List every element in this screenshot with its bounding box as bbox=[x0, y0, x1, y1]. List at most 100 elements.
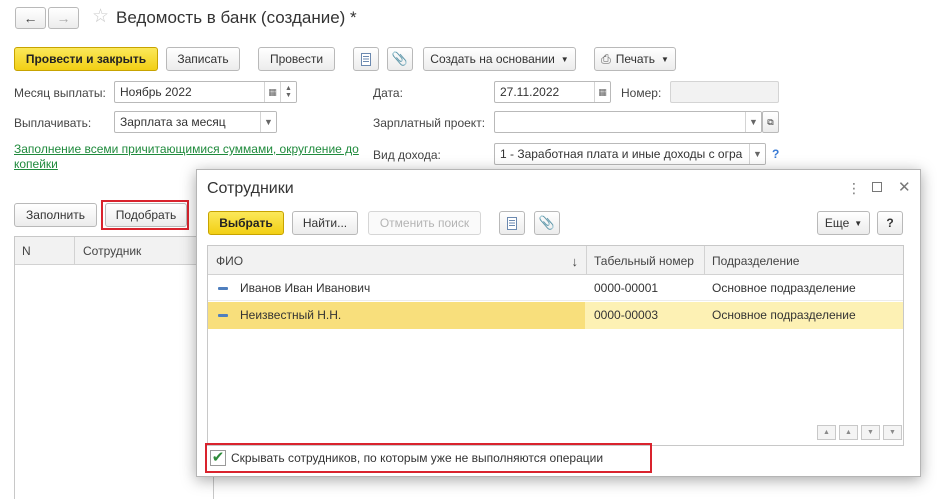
find-button[interactable]: Найти... bbox=[292, 211, 358, 235]
chevron-down-icon: ▼ bbox=[264, 117, 273, 127]
arrow-right-icon: → bbox=[56, 10, 71, 26]
col-n-header[interactable]: N bbox=[22, 244, 31, 258]
month-stepper[interactable]: ▲ ▼ bbox=[280, 82, 296, 102]
row-tab-number: 0000-00001 bbox=[594, 281, 659, 295]
date-value: 27.11.2022 bbox=[500, 85, 560, 99]
date-calendar-button[interactable]: ▦ bbox=[594, 82, 610, 102]
chevron-down-icon: ▼ bbox=[753, 149, 762, 159]
month-value: Ноябрь 2022 bbox=[120, 85, 192, 99]
employee-icon bbox=[218, 313, 228, 317]
hide-checkbox-highlight bbox=[205, 443, 652, 473]
table-row-selected[interactable]: Неизвестный Н.Н. 0000-00003 Основное под… bbox=[208, 302, 903, 329]
date-field[interactable]: 27.11.2022 ▦ bbox=[494, 81, 611, 103]
row-department: Основное подразделение bbox=[712, 308, 856, 322]
fill-button[interactable]: Заполнить bbox=[14, 203, 97, 227]
pay-dropdown-button[interactable]: ▼ bbox=[260, 112, 276, 132]
dialog-title: Сотрудники bbox=[207, 180, 294, 197]
chevron-down-icon: ▼ bbox=[560, 54, 569, 64]
post-button[interactable]: Провести bbox=[258, 47, 335, 71]
col-employee-header[interactable]: Сотрудник bbox=[83, 244, 141, 258]
document-icon bbox=[361, 52, 371, 66]
print-label: Печать bbox=[615, 52, 655, 66]
go-down-button[interactable]: ▼ bbox=[861, 425, 880, 440]
forward-button[interactable]: → bbox=[48, 7, 79, 29]
employee-icon bbox=[218, 286, 228, 290]
col-divider bbox=[704, 246, 705, 275]
open-icon: ⧉ bbox=[767, 116, 774, 127]
chevron-up-icon: ▲ bbox=[845, 429, 852, 436]
stepper-up-icon: ▲ bbox=[285, 85, 292, 92]
calendar-icon: ▦ bbox=[268, 86, 277, 97]
print-button[interactable]: ⎙ Печать ▼ bbox=[594, 47, 676, 71]
close-icon[interactable]: ✕ bbox=[898, 178, 911, 196]
paperclip-icon: 📎 bbox=[538, 215, 556, 230]
window-title: Ведомость в банк (создание) * bbox=[116, 8, 357, 27]
salary-project-select[interactable]: ▼ bbox=[494, 111, 762, 133]
favorite-star-icon[interactable]: ☆ bbox=[92, 5, 109, 28]
col-fio-label: ФИО bbox=[216, 254, 244, 268]
go-last-button[interactable]: ▼ bbox=[883, 425, 902, 440]
row-name: Иванов Иван Иванович bbox=[240, 281, 371, 295]
row-department: Основное подразделение bbox=[712, 281, 856, 295]
row-tab-number: 0000-00003 bbox=[594, 308, 659, 322]
save-button[interactable]: Записать bbox=[166, 47, 240, 71]
more-actions-icon[interactable]: ⋮ bbox=[847, 180, 861, 197]
date-label: Дата: bbox=[373, 86, 403, 100]
chevron-down-icon: ▼ bbox=[749, 117, 758, 127]
income-type-dropdown-button[interactable]: ▼ bbox=[749, 144, 765, 164]
row-name-cell: Иванов Иван Иванович bbox=[218, 275, 370, 301]
chevron-down-icon: ▼ bbox=[661, 54, 669, 64]
dialog-attach-button[interactable]: 📎 bbox=[534, 211, 560, 235]
create-based-on-label: Создать на основании bbox=[430, 52, 555, 66]
open-salary-project-button[interactable]: ⧉ bbox=[762, 111, 779, 133]
pick-button-highlight bbox=[101, 200, 189, 230]
calendar-icon: ▦ bbox=[598, 86, 607, 97]
go-first-icon: ▲ bbox=[823, 429, 830, 436]
salary-project-label: Зарплатный проект: bbox=[373, 116, 486, 130]
more-button[interactable]: Еще ▼ bbox=[817, 211, 870, 235]
pay-value: Зарплата за месяц bbox=[120, 115, 226, 129]
go-up-button[interactable]: ▲ bbox=[839, 425, 858, 440]
select-button[interactable]: Выбрать bbox=[208, 211, 284, 235]
cancel-search-button[interactable]: Отменить поиск bbox=[368, 211, 481, 235]
pay-label: Выплачивать: bbox=[14, 116, 92, 130]
chevron-down-icon: ▼ bbox=[854, 218, 863, 228]
col-divider bbox=[74, 237, 75, 265]
help-button[interactable]: ? bbox=[877, 211, 903, 235]
col-fio-header[interactable]: ФИО ↓ bbox=[216, 248, 578, 274]
maximize-icon[interactable] bbox=[872, 182, 882, 192]
income-type-help[interactable]: ? bbox=[772, 147, 779, 161]
fill-rounding-link[interactable]: Заполнение всеми причитающимися суммами,… bbox=[14, 142, 364, 172]
chevron-down-icon: ▼ bbox=[867, 429, 874, 436]
attach-button[interactable]: 📎 bbox=[387, 47, 413, 71]
income-type-label: Вид дохода: bbox=[373, 148, 441, 162]
income-type-select[interactable]: 1 - Заработная плата и иные доходы с огр… bbox=[494, 143, 766, 165]
month-label: Месяц выплаты: bbox=[14, 86, 106, 100]
document-icon bbox=[507, 216, 517, 230]
more-label: Еще bbox=[824, 216, 850, 230]
go-last-icon: ▼ bbox=[889, 429, 896, 436]
number-label: Номер: bbox=[621, 86, 662, 100]
arrow-left-icon: ← bbox=[23, 10, 38, 26]
paperclip-icon: 📎 bbox=[391, 51, 409, 66]
dialog-document-button[interactable] bbox=[499, 211, 525, 235]
calendar-button[interactable]: ▦ bbox=[264, 82, 280, 102]
row-name: Неизвестный Н.Н. bbox=[240, 308, 342, 322]
col-divider bbox=[586, 246, 587, 275]
pay-select[interactable]: Зарплата за месяц ▼ bbox=[114, 111, 277, 133]
post-and-close-button[interactable]: Провести и закрыть bbox=[14, 47, 158, 71]
col-tab-number-header[interactable]: Табельный номер bbox=[594, 248, 694, 274]
table-row[interactable]: Иванов Иван Иванович 0000-00001 Основное… bbox=[208, 275, 903, 301]
salary-project-dropdown-button[interactable]: ▼ bbox=[745, 112, 761, 132]
main-table bbox=[14, 236, 214, 499]
income-type-value: 1 - Заработная плата и иные доходы с огр… bbox=[500, 147, 743, 161]
document-list-button[interactable] bbox=[353, 47, 379, 71]
month-field[interactable]: Ноябрь 2022 ▦ ▲ ▼ bbox=[114, 81, 297, 103]
col-department-header[interactable]: Подразделение bbox=[712, 248, 799, 274]
back-button[interactable]: ← bbox=[15, 7, 46, 29]
number-field[interactable] bbox=[670, 81, 779, 103]
create-based-on-button[interactable]: Создать на основании ▼ bbox=[423, 47, 576, 71]
sort-down-icon: ↓ bbox=[571, 253, 579, 269]
employees-grid: ФИО ↓ Табельный номер Подразделение Иван… bbox=[207, 245, 904, 446]
go-first-button[interactable]: ▲ bbox=[817, 425, 836, 440]
